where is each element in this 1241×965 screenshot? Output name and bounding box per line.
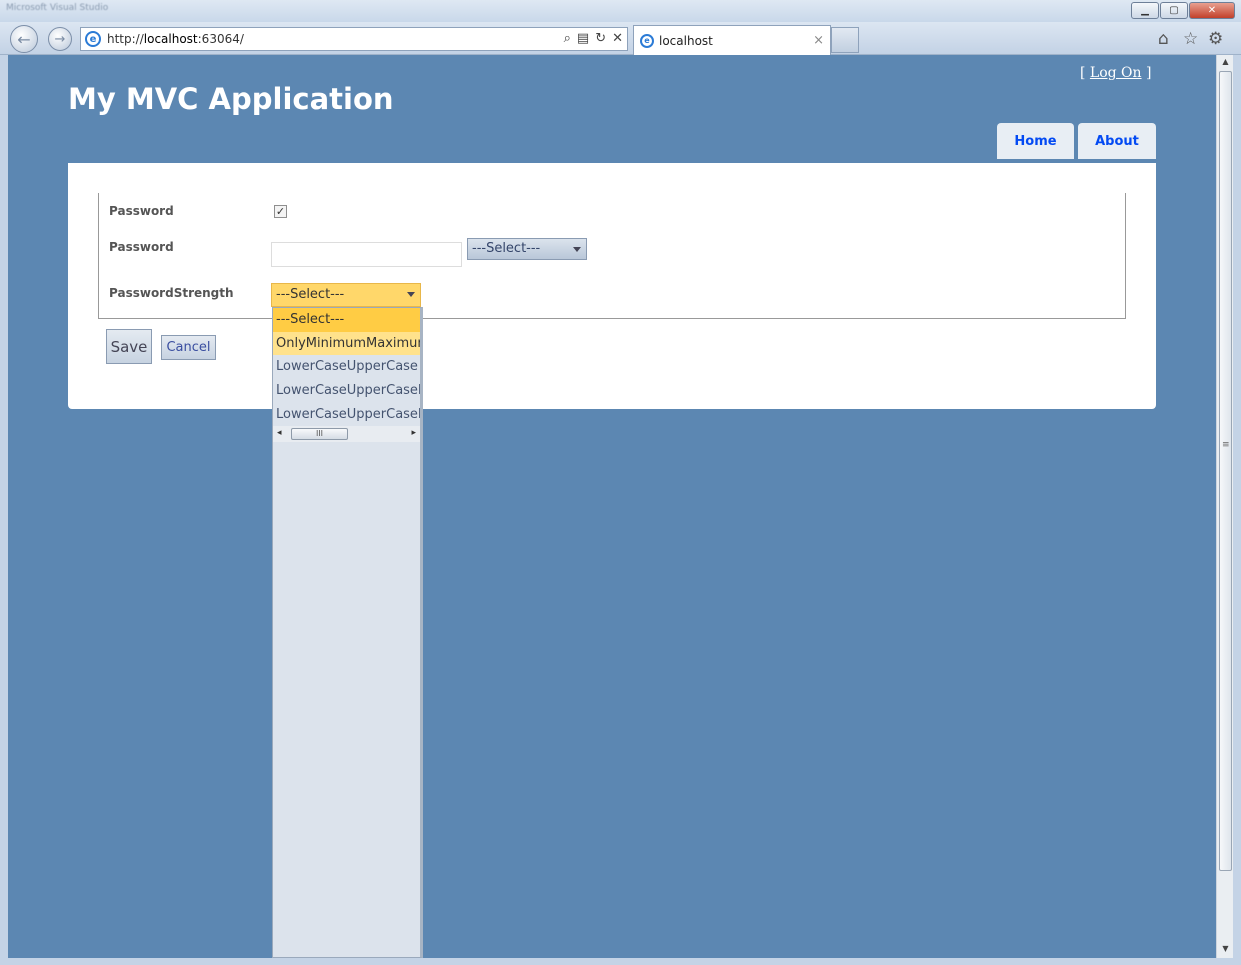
dropdown-option[interactable]: OnlyMinimumMaximumL xyxy=(273,331,420,356)
close-window-button[interactable]: ✕ xyxy=(1189,2,1235,19)
logon-display: [ Log On ] xyxy=(1080,65,1151,81)
logon-bracket-open: [ xyxy=(1080,65,1090,81)
browser-tab[interactable]: e localhost × xyxy=(633,25,831,55)
tab-title: localhost xyxy=(659,33,713,48)
ie-logo-icon: e xyxy=(85,31,101,47)
scroll-thumb[interactable] xyxy=(1219,71,1232,871)
refresh-icon[interactable]: ↻ xyxy=(595,31,606,46)
form-fieldset xyxy=(98,193,1126,319)
menu-home[interactable]: Home xyxy=(997,123,1074,159)
menu-about[interactable]: About xyxy=(1078,123,1156,159)
window-title: Microsoft Visual Studio xyxy=(6,3,109,13)
address-bar[interactable]: e http://localhost:63064/ ⌕ ▤ ↻ ✕ xyxy=(80,27,628,51)
logon-link[interactable]: Log On xyxy=(1090,65,1142,81)
strength-select-value: ---Select--- xyxy=(276,287,345,302)
save-button[interactable]: Save xyxy=(106,329,152,364)
scroll-up-icon[interactable]: ▲ xyxy=(1217,57,1234,71)
dropdown-option[interactable]: ---Select--- xyxy=(273,308,420,332)
dropdown-option[interactable]: LowerCaseUpperCaseNu xyxy=(273,379,420,403)
main-content: Password ✓ Password ---Select--- Passwor… xyxy=(68,163,1156,409)
url-prefix: http:// xyxy=(107,32,144,46)
window-titlebar: Microsoft Visual Studio ▁ ▢ ✕ xyxy=(0,0,1241,22)
logon-bracket-close: ] xyxy=(1141,65,1152,81)
page-viewport: My MVC Application [ Log On ] Home About… xyxy=(8,55,1216,958)
url-port-path: :63064/ xyxy=(197,32,244,46)
password-select[interactable]: ---Select--- xyxy=(467,238,587,260)
strength-dropdown-list[interactable]: ---Select--- OnlyMinimumMaximumL LowerCa… xyxy=(272,307,423,958)
cancel-button[interactable]: Cancel xyxy=(161,335,216,360)
url-host: localhost xyxy=(143,32,198,46)
scroll-grip-icon: ≡ xyxy=(1222,440,1230,450)
new-tab-button[interactable] xyxy=(831,27,859,53)
page-vertical-scrollbar[interactable]: ▲ ≡ ▼ xyxy=(1216,55,1233,958)
dropdown-horizontal-scrollbar[interactable]: ◂ III ▸ xyxy=(273,426,420,442)
strength-label: PasswordStrength xyxy=(109,286,234,300)
forward-arrow-icon[interactable]: → xyxy=(48,27,72,51)
browser-toolbar: ← → e http://localhost:63064/ ⌕ ▤ ↻ ✕ e … xyxy=(0,22,1241,55)
scroll-left-icon[interactable]: ◂ xyxy=(277,428,282,438)
scroll-right-icon[interactable]: ▸ xyxy=(411,428,416,438)
home-icon[interactable]: ⌂ xyxy=(1158,29,1169,49)
compat-view-icon[interactable]: ▤ xyxy=(577,31,589,46)
scroll-down-icon[interactable]: ▼ xyxy=(1217,944,1234,958)
window-controls: ▁ ▢ ✕ xyxy=(1130,2,1235,19)
ie-logo-icon: e xyxy=(640,33,654,48)
scroll-thumb[interactable]: III xyxy=(291,428,348,440)
chevron-down-icon xyxy=(407,292,415,297)
maximize-button[interactable]: ▢ xyxy=(1160,2,1188,19)
gear-icon[interactable]: ⚙ xyxy=(1208,29,1223,49)
site-title: My MVC Application xyxy=(68,82,394,116)
favorites-star-icon[interactable]: ☆ xyxy=(1183,29,1198,49)
tab-close-icon[interactable]: × xyxy=(813,33,824,48)
password-select-value: ---Select--- xyxy=(472,241,541,256)
search-icon[interactable]: ⌕ xyxy=(564,31,571,46)
checkbox-label: Password xyxy=(109,204,174,218)
dropdown-option[interactable]: LowerCaseUpperCaseNu xyxy=(273,403,420,427)
window-bottom-frame xyxy=(0,958,1241,965)
password-input[interactable] xyxy=(271,242,462,267)
minimize-button[interactable]: ▁ xyxy=(1131,2,1159,19)
back-arrow-icon[interactable]: ← xyxy=(10,25,38,53)
password-label: Password xyxy=(109,240,174,254)
password-checkbox[interactable]: ✓ xyxy=(274,205,287,218)
stop-icon[interactable]: ✕ xyxy=(612,31,623,46)
dropdown-option[interactable]: LowerCaseUpperCase xyxy=(273,355,420,379)
chevron-down-icon xyxy=(573,247,581,252)
strength-select[interactable]: ---Select--- xyxy=(271,283,421,307)
